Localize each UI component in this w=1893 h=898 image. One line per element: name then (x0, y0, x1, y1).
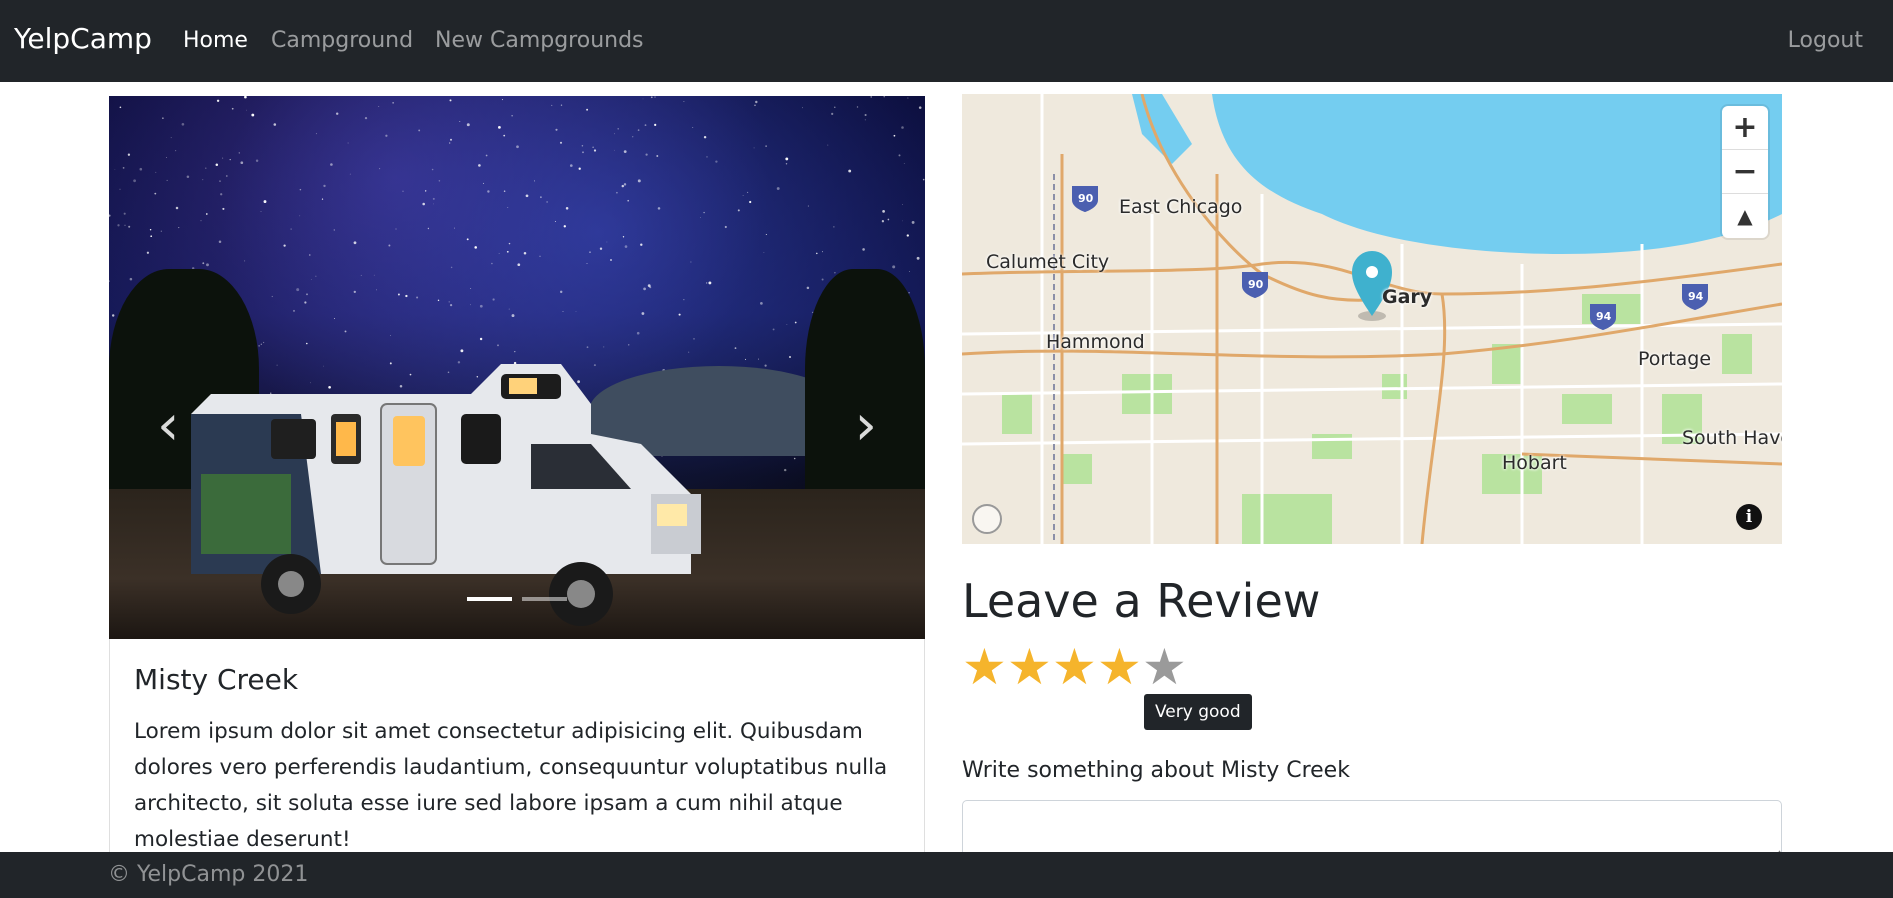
nav-link-new-campgrounds[interactable]: New Campgrounds (435, 28, 644, 53)
map-label-calumet-city: Calumet City (986, 251, 1110, 273)
compass-icon[interactable]: ▲ (1722, 194, 1768, 238)
brand-logo[interactable]: YelpCamp (14, 22, 152, 55)
rating-tooltip: Very good (1144, 694, 1252, 730)
map-label-gary: Gary (1382, 286, 1433, 308)
logout-link[interactable]: Logout (1788, 28, 1863, 53)
star-4-icon[interactable]: ★ (1097, 642, 1142, 692)
star-5-icon[interactable]: ★ (1142, 642, 1187, 692)
star-2-icon[interactable]: ★ (1007, 642, 1052, 692)
campground-title: Misty Creek (134, 663, 299, 696)
star-rating[interactable]: ★ ★ ★ ★ ★ (962, 642, 1782, 692)
image-carousel[interactable]: ‹ › (109, 96, 925, 639)
review-body-label: Write something about Misty Creek (962, 758, 1350, 783)
svg-text:94: 94 (1688, 290, 1704, 303)
footer-copyright: © YelpCamp 2021 (108, 862, 309, 887)
nav-link-home[interactable]: Home (183, 28, 248, 53)
carousel-indicator-2[interactable] (522, 597, 567, 601)
footer: © YelpCamp 2021 (0, 852, 1893, 898)
map-tiles: 90 90 94 94 (962, 94, 1782, 544)
star-3-icon[interactable]: ★ (1052, 642, 1097, 692)
carousel-next-icon[interactable]: › (855, 398, 877, 454)
nav-link-campground[interactable]: Campground (271, 28, 413, 53)
map-controls: + − ▲ (1722, 106, 1768, 238)
map-label-hammond: Hammond (1046, 331, 1145, 353)
zoom-out-button[interactable]: − (1722, 150, 1768, 194)
map[interactable]: 90 90 94 94 East Chicago Calumet City Ha… (962, 94, 1782, 544)
map-label-portage: Portage (1638, 348, 1712, 370)
navbar: YelpCamp Home Campground New Campgrounds… (0, 0, 1893, 82)
review-heading: Leave a Review (962, 574, 1321, 628)
map-label-hobart: Hobart (1502, 452, 1567, 474)
carousel-indicator-1[interactable] (467, 597, 512, 601)
svg-text:90: 90 (1078, 192, 1094, 205)
right-column: 90 90 94 94 East Chicago Calumet City Ha… (962, 94, 1782, 860)
zoom-in-button[interactable]: + (1722, 106, 1768, 150)
rv-image (191, 364, 701, 626)
carousel-indicators (109, 597, 925, 601)
svg-text:94: 94 (1596, 310, 1612, 323)
mapbox-logo-icon[interactable] (972, 504, 1002, 534)
card-body: Misty Creek Lorem ipsum dolor sit amet c… (109, 639, 925, 859)
info-icon[interactable]: i (1736, 504, 1762, 530)
review-body-input[interactable] (962, 800, 1782, 860)
star-1-icon[interactable]: ★ (962, 642, 1007, 692)
map-label-east-chicago: East Chicago (1119, 196, 1243, 218)
campground-card: ‹ › Misty Creek Lorem ipsum dolor sit am… (109, 96, 925, 859)
map-label-south-haven: South Haven (1682, 427, 1782, 449)
campground-description: Lorem ipsum dolor sit amet consectetur a… (134, 719, 888, 852)
carousel-prev-icon[interactable]: ‹ (157, 398, 179, 454)
svg-text:90: 90 (1248, 278, 1264, 291)
